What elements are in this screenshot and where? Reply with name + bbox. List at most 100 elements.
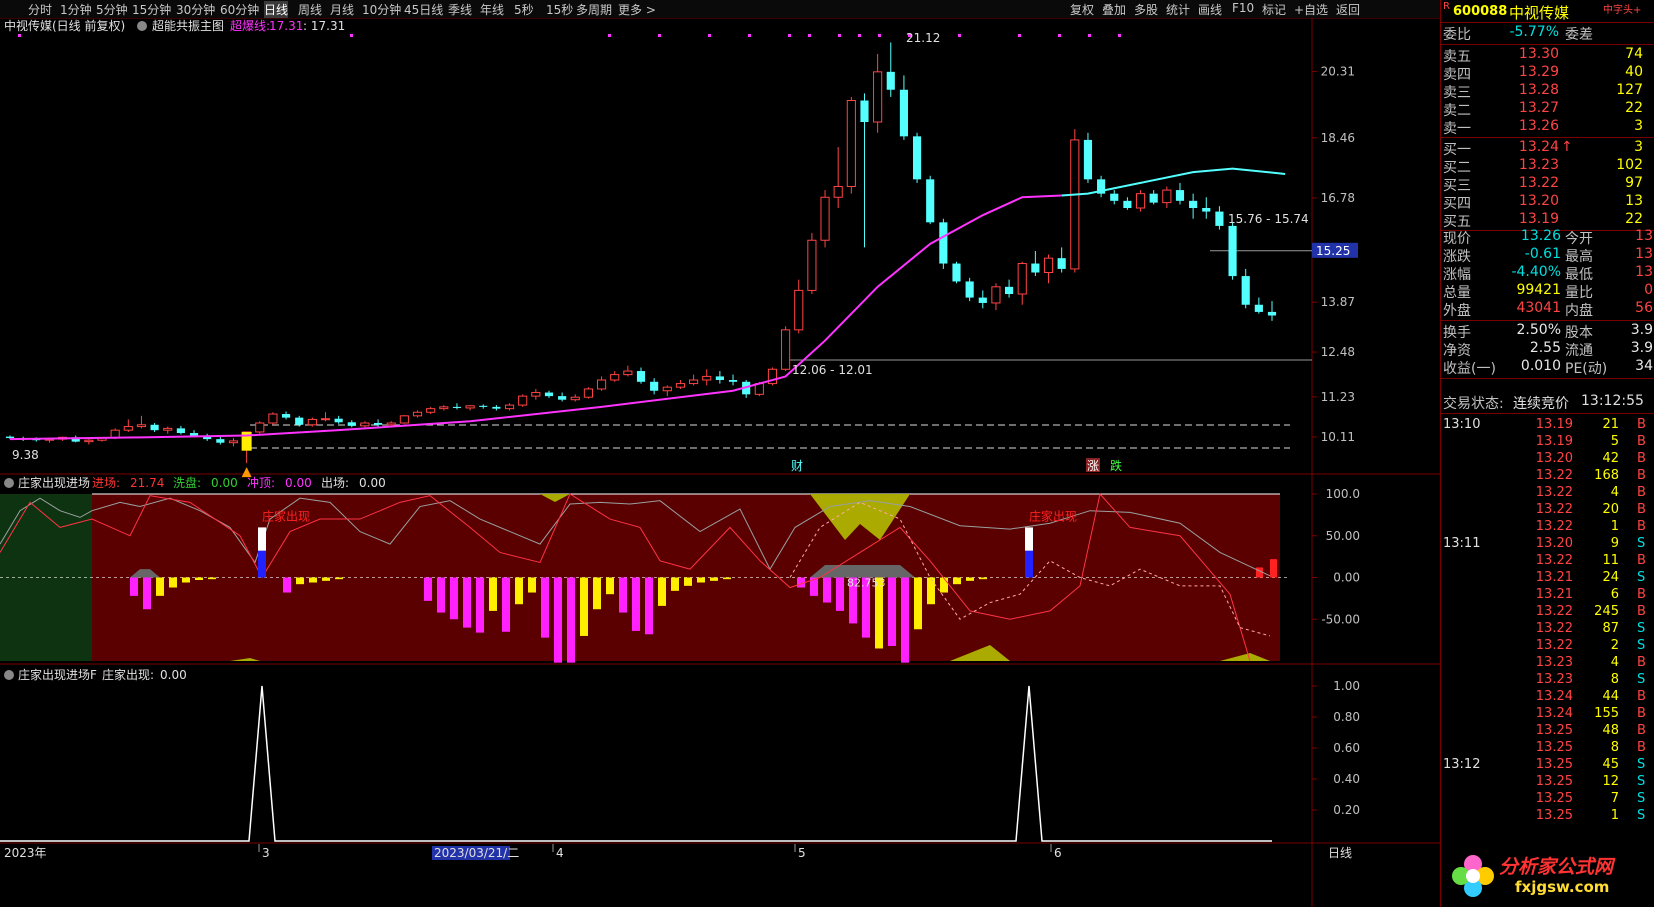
candle[interactable]	[623, 365, 633, 377]
ask-row[interactable]: 卖五 13.30 74	[1441, 46, 1654, 65]
candle[interactable]	[610, 371, 620, 382]
bid-row[interactable]: 买四 13.20 13	[1441, 193, 1654, 212]
candle[interactable]	[255, 421, 265, 434]
candle[interactable]	[1057, 247, 1066, 273]
ask-row[interactable]: 卖二 13.27 22	[1441, 100, 1654, 119]
candle[interactable]	[531, 388, 541, 400]
candle[interactable]	[662, 385, 672, 397]
candle[interactable]	[1189, 193, 1198, 219]
toolbar-button-0[interactable]: 复权	[1070, 1, 1094, 18]
toolbar-button-2[interactable]: 多股	[1134, 1, 1158, 18]
candle[interactable]	[965, 277, 974, 302]
toolbar-button-5[interactable]: F10	[1232, 1, 1254, 15]
candle[interactable]	[1135, 190, 1146, 212]
candle[interactable]	[1110, 190, 1119, 205]
candle[interactable]	[728, 374, 738, 386]
candle[interactable]	[675, 380, 686, 389]
candle[interactable]	[1202, 197, 1211, 219]
tab-timeframe-14[interactable]: 15秒	[546, 1, 573, 18]
candle[interactable]	[307, 417, 317, 427]
candle[interactable]	[544, 390, 554, 398]
candle[interactable]	[1241, 268, 1250, 309]
candle[interactable]	[347, 420, 356, 428]
candle[interactable]	[926, 175, 935, 225]
tab-timeframe-5[interactable]: 60分钟	[220, 1, 259, 18]
candle[interactable]	[1123, 197, 1132, 210]
candle[interactable]	[228, 438, 239, 447]
candle[interactable]	[320, 412, 331, 422]
candle[interactable]	[636, 367, 646, 384]
tab-timeframe-6[interactable]: 日线	[264, 1, 289, 18]
candle[interactable]	[781, 326, 791, 372]
candle[interactable]	[84, 439, 94, 445]
candle[interactable]	[873, 53, 883, 133]
candle[interactable]	[1097, 175, 1106, 198]
candle[interactable]	[807, 233, 817, 294]
candle[interactable]	[203, 433, 212, 441]
tab-timeframe-16[interactable]: 更多 >	[618, 1, 656, 18]
tab-timeframe-1[interactable]: 1分钟	[60, 1, 92, 18]
candle[interactable]	[1162, 186, 1172, 209]
chart-area[interactable]: 中视传媒(日线 前复权) 超能共振主图 超爆线: 17.31 : 17.31 2…	[0, 18, 1440, 907]
candle[interactable]	[912, 132, 922, 183]
candle[interactable]	[570, 394, 580, 402]
toolbar-button-8[interactable]: 返回	[1336, 1, 1360, 18]
candle[interactable]	[886, 42, 895, 97]
candle[interactable]	[833, 147, 843, 208]
candle[interactable]	[715, 371, 724, 384]
tab-timeframe-4[interactable]: 30分钟	[176, 1, 215, 18]
candle[interactable]	[650, 378, 659, 395]
candle[interactable]	[794, 279, 804, 334]
period-label[interactable]: 日线	[1328, 846, 1352, 860]
tab-timeframe-7[interactable]: 周线	[298, 1, 322, 18]
tab-timeframe-3[interactable]: 15分钟	[132, 1, 171, 18]
toolbar-button-4[interactable]: 画线	[1198, 1, 1222, 18]
candle[interactable]	[426, 406, 436, 415]
candle[interactable]	[991, 283, 1001, 311]
candle[interactable]	[399, 415, 409, 424]
candle[interactable]	[583, 387, 593, 399]
candle[interactable]	[820, 190, 830, 248]
candle[interactable]	[492, 405, 501, 411]
candle[interactable]	[334, 415, 343, 424]
candle[interactable]	[281, 411, 291, 420]
candle[interactable]	[150, 423, 159, 432]
tab-timeframe-2[interactable]: 5分钟	[96, 1, 128, 18]
candle[interactable]	[360, 421, 370, 428]
toolbar-button-6[interactable]: 标记	[1262, 1, 1286, 18]
candle[interactable]	[465, 405, 475, 411]
candle[interactable]	[136, 415, 147, 429]
tab-timeframe-12[interactable]: 年线	[480, 1, 504, 18]
tab-timeframe-10[interactable]: 45日线	[404, 1, 443, 18]
candle[interactable]	[1228, 222, 1237, 280]
candle[interactable]	[596, 376, 607, 391]
candle[interactable]	[1215, 206, 1224, 230]
stock-name[interactable]: 中视传媒	[1509, 2, 1569, 23]
candle[interactable]	[452, 403, 462, 410]
candle[interactable]	[268, 412, 278, 425]
candle[interactable]	[518, 394, 528, 407]
tab-timeframe-0[interactable]: 分时	[28, 1, 52, 18]
sub2-toggle-icon[interactable]	[4, 670, 14, 680]
candle[interactable]	[1043, 254, 1054, 284]
candle[interactable]	[123, 419, 133, 432]
candle[interactable]	[412, 410, 423, 418]
toolbar-button-3[interactable]: 统计	[1166, 1, 1190, 18]
candle[interactable]	[163, 426, 173, 434]
candle[interactable]	[1005, 279, 1014, 298]
candle[interactable]	[439, 405, 449, 411]
bid-row[interactable]: 买三 13.22 97	[1441, 175, 1654, 194]
bid-row[interactable]: 买二 13.23 102	[1441, 157, 1654, 176]
candle[interactable]	[374, 419, 383, 427]
tab-timeframe-9[interactable]: 10分钟	[362, 1, 401, 18]
candle[interactable]	[1175, 182, 1185, 205]
candle[interactable]	[176, 425, 185, 435]
candle[interactable]	[216, 436, 225, 445]
candle[interactable]	[939, 218, 948, 269]
ask-row[interactable]: 卖一 13.26 3	[1441, 118, 1654, 137]
tab-timeframe-13[interactable]: 5秒	[514, 1, 534, 18]
candle[interactable]	[1083, 132, 1093, 183]
candle[interactable]	[1149, 190, 1158, 205]
tab-timeframe-15[interactable]: 多周期	[576, 1, 612, 18]
candle[interactable]	[558, 392, 567, 402]
